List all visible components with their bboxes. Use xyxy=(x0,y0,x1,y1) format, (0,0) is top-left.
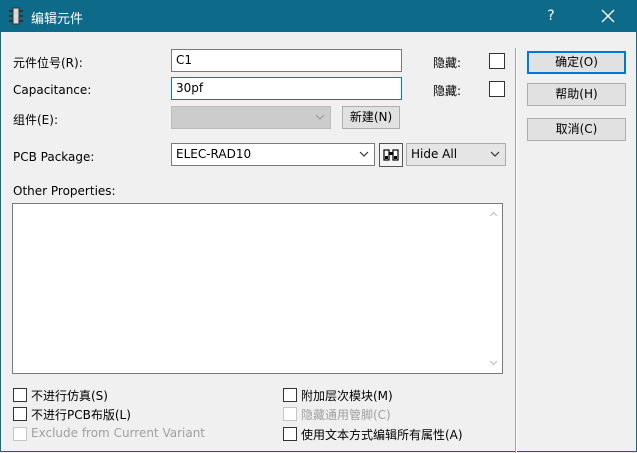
find-package-button[interactable] xyxy=(379,143,403,167)
title-bar: 编辑元件 ? xyxy=(1,1,636,32)
edit-as-text-label: 使用文本方式编辑所有属性(A) xyxy=(301,428,463,442)
other-properties-textarea[interactable] xyxy=(12,203,503,374)
app-icon xyxy=(9,7,23,25)
edit-as-text-checkbox[interactable] xyxy=(283,427,297,441)
scroll-down-icon[interactable] xyxy=(485,354,502,371)
pcb-package-value: ELEC-RAD10 xyxy=(176,147,252,161)
chevron-down-icon xyxy=(315,114,325,120)
hide-common-pins-checkbox xyxy=(283,407,297,421)
other-properties-label: Other Properties: xyxy=(13,184,116,198)
window-title: 编辑元件 xyxy=(31,12,84,27)
exclude-variant-checkbox xyxy=(13,427,27,441)
vertical-scrollbar[interactable] xyxy=(485,204,502,373)
hide-common-pins-label: 隐藏通用管脚(C) xyxy=(301,408,391,422)
attach-module-label: 附加层次模块(M) xyxy=(301,389,393,403)
chevron-down-icon xyxy=(490,151,500,157)
ok-button[interactable]: 确定(O) xyxy=(527,51,626,74)
value-hidden-checkbox[interactable] xyxy=(489,81,505,97)
binoculars-icon xyxy=(383,149,399,161)
designator-label: 元件位号(R): xyxy=(13,56,83,70)
cancel-button[interactable]: 取消(C) xyxy=(527,118,626,141)
help-title-button[interactable]: ? xyxy=(529,1,573,32)
value-label: Capacitance: xyxy=(13,83,92,97)
hide-mode-value: Hide All xyxy=(411,147,458,161)
exclude-pcb-label: 不进行PCB布版(L) xyxy=(31,408,131,422)
pcb-package-select[interactable]: ELEC-RAD10 xyxy=(171,143,375,166)
designator-hidden-checkbox[interactable] xyxy=(489,53,505,69)
exclude-variant-label: Exclude from Current Variant xyxy=(31,426,206,440)
close-button[interactable] xyxy=(585,1,631,32)
designator-input[interactable]: C1 xyxy=(171,49,402,72)
value-input[interactable]: 30pf xyxy=(171,77,402,100)
close-icon xyxy=(601,9,615,23)
exclude-pcb-checkbox[interactable] xyxy=(13,407,27,421)
exclude-sim-checkbox[interactable] xyxy=(13,388,27,402)
exclude-sim-label: 不进行仿真(S) xyxy=(31,389,108,403)
edit-component-dialog: 编辑元件 ? 元件位号(R): C1 隐藏: Capacitance: 30pf… xyxy=(0,0,637,453)
chevron-down-icon xyxy=(359,151,369,157)
vertical-divider xyxy=(515,48,517,453)
hide-mode-select[interactable]: Hide All xyxy=(406,143,506,166)
pcb-package-label: PCB Package: xyxy=(13,150,95,164)
scroll-up-icon[interactable] xyxy=(485,206,502,223)
value-hidden-label: 隐藏: xyxy=(433,84,462,98)
help-button[interactable]: 帮助(H) xyxy=(527,83,626,106)
group-label: 组件(E): xyxy=(13,113,58,127)
group-select xyxy=(171,106,331,129)
attach-module-checkbox[interactable] xyxy=(283,388,297,402)
new-group-button[interactable]: 新建(N) xyxy=(342,106,400,129)
designator-hidden-label: 隐藏: xyxy=(433,56,462,70)
